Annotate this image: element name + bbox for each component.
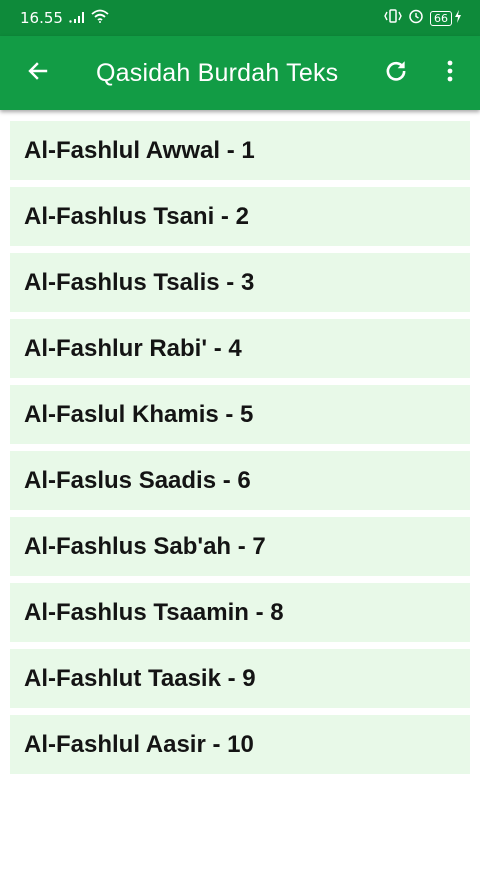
- wifi-icon: [91, 9, 109, 27]
- back-button[interactable]: [18, 53, 58, 93]
- refresh-icon: [383, 58, 409, 89]
- chapter-item[interactable]: Al-Faslus Saadis - 6: [10, 451, 470, 510]
- refresh-button[interactable]: [376, 53, 416, 93]
- signal-icon: [69, 9, 85, 27]
- app-title: Qasidah Burdah Teks: [96, 58, 339, 87]
- app-bar: Qasidah Burdah Teks: [0, 36, 480, 110]
- chapter-item[interactable]: Al-Fashlut Taasik - 9: [10, 649, 470, 708]
- chapter-item[interactable]: Al-Fashlul Aasir - 10: [10, 715, 470, 774]
- app-bar-actions: [376, 53, 480, 93]
- chapter-item[interactable]: Al-Fashlus Tsaamin - 8: [10, 583, 470, 642]
- chapter-item[interactable]: Al-Fashlul Awwal - 1: [10, 121, 470, 180]
- vibrate-icon: [384, 9, 402, 27]
- chapter-item[interactable]: Al-Fashlus Tsalis - 3: [10, 253, 470, 312]
- more-vert-icon: [446, 59, 454, 88]
- back-arrow-icon: [26, 59, 50, 88]
- status-bar: 16.55 66: [0, 0, 480, 36]
- status-left: 16.55: [20, 9, 109, 27]
- chapter-list: Al-Fashlul Awwal - 1 Al-Fashlus Tsani - …: [10, 121, 470, 781]
- chapter-item[interactable]: Al-Fashlus Sab'ah - 7: [10, 517, 470, 576]
- charging-icon: [454, 9, 462, 27]
- chapter-item[interactable]: Al-Fashlur Rabi' - 4: [10, 319, 470, 378]
- battery-icon: 66: [430, 9, 462, 27]
- battery-level: 66: [430, 10, 452, 26]
- chapter-item[interactable]: Al-Fashlus Tsani - 2: [10, 187, 470, 246]
- chapter-item[interactable]: Al-Faslul Khamis - 5: [10, 385, 470, 444]
- status-time: 16.55: [20, 9, 63, 27]
- status-right: 66: [384, 8, 462, 28]
- more-options-button[interactable]: [430, 53, 470, 93]
- alarm-icon: [408, 8, 424, 28]
